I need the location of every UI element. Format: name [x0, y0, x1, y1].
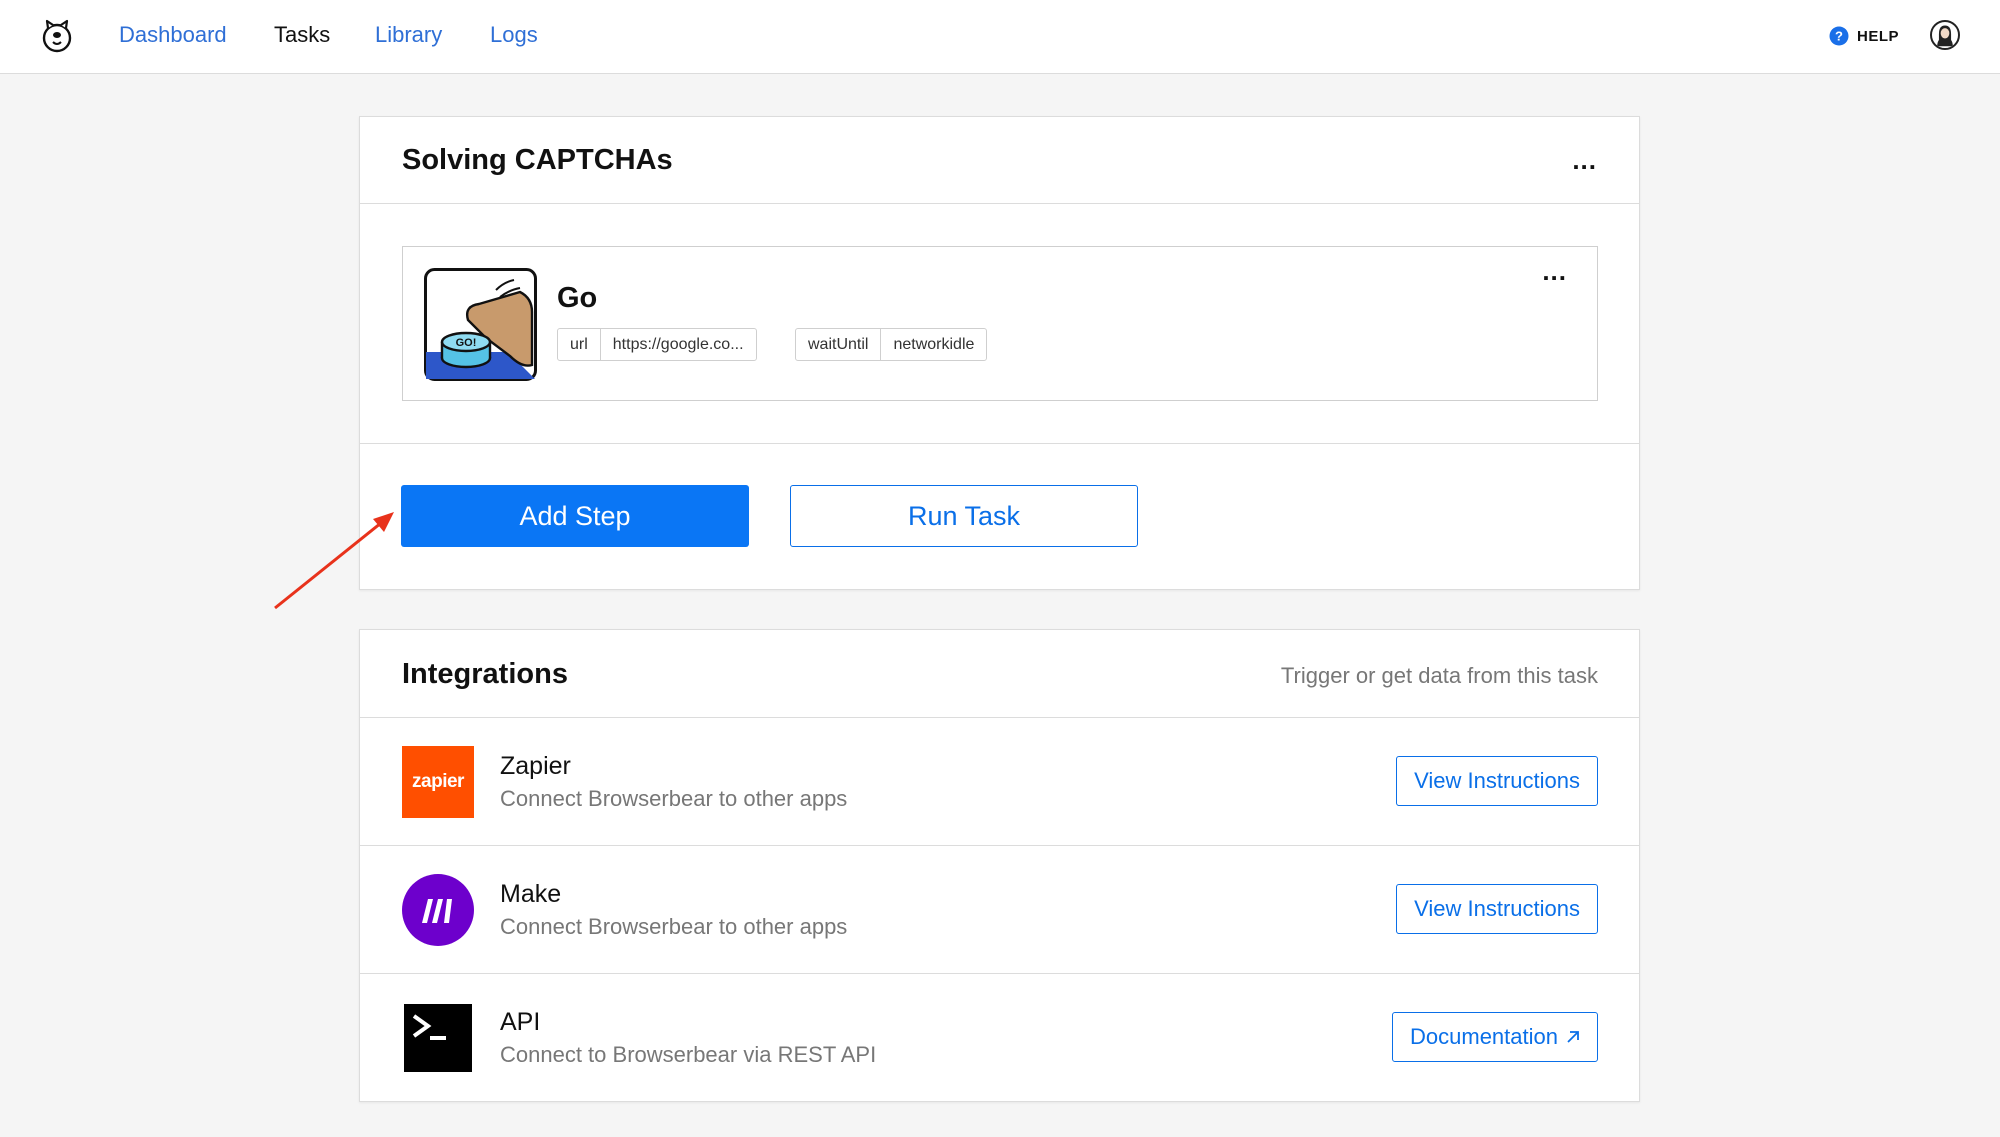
- task-title: Solving CAPTCHAs: [402, 144, 673, 176]
- zapier-logo-icon: zapier: [402, 746, 474, 818]
- integration-row-make: Make Connect Browserbear to other apps V…: [360, 846, 1639, 973]
- terminal-icon: [404, 1004, 472, 1072]
- external-link-icon: [1567, 1031, 1579, 1043]
- question-circle-icon: ?: [1829, 26, 1849, 46]
- step-menu-button[interactable]: ...: [1542, 258, 1567, 284]
- make-view-instructions-button[interactable]: View Instructions: [1396, 884, 1598, 934]
- param-value: https://google.co...: [599, 329, 756, 360]
- help-label: HELP: [1857, 27, 1900, 45]
- integration-row-api: API Connect to Browserbear via REST API …: [360, 974, 1639, 1101]
- task-header-divider: [360, 203, 1639, 204]
- button-label: Documentation: [1410, 1024, 1558, 1049]
- integrations-title: Integrations: [402, 658, 568, 690]
- svg-text:?: ?: [1835, 29, 1843, 44]
- annotation-arrow: [274, 512, 394, 610]
- user-avatar[interactable]: [1930, 20, 1960, 50]
- step-card[interactable]: GO! Go ... url https://google.co... wait…: [402, 246, 1598, 401]
- top-navigation-bar: Dashboard Tasks Library Logs ? HELP: [0, 0, 2000, 74]
- integrations-subtitle: Trigger or get data from this task: [1280, 663, 1598, 688]
- svg-text:GO!: GO!: [456, 337, 477, 349]
- integration-name: API: [500, 1008, 541, 1036]
- button-label: View Instructions: [1414, 768, 1580, 793]
- task-menu-button[interactable]: ...: [1572, 147, 1597, 173]
- param-value: networkidle: [880, 329, 986, 360]
- zapier-logo-text: zapier: [412, 771, 464, 792]
- help-link[interactable]: ? HELP: [1829, 25, 1899, 47]
- integrations-card: Integrations Trigger or get data from th…: [359, 629, 1640, 1102]
- integration-description: Connect Browserbear to other apps: [500, 914, 848, 939]
- step-title: Go: [557, 282, 598, 314]
- nav-library[interactable]: Library: [375, 22, 442, 48]
- api-documentation-button[interactable]: Documentation: [1392, 1012, 1598, 1062]
- zapier-view-instructions-button[interactable]: View Instructions: [1396, 756, 1598, 806]
- nav-tasks[interactable]: Tasks: [274, 22, 330, 48]
- param-key: url: [570, 336, 588, 353]
- make-logo-icon: [402, 874, 474, 946]
- steps-divider: [360, 443, 1639, 444]
- integration-name: Zapier: [500, 752, 571, 780]
- integration-row-zapier: zapier Zapier Connect Browserbear to oth…: [360, 718, 1639, 845]
- user-avatar-icon: [1937, 25, 1953, 47]
- bear-logo-icon[interactable]: [40, 16, 74, 56]
- go-button-illustration: GO!: [424, 268, 537, 381]
- nav-logs[interactable]: Logs: [490, 22, 538, 48]
- step-param-url: url https://google.co...: [557, 328, 757, 361]
- button-label: View Instructions: [1414, 896, 1580, 921]
- integration-name: Make: [500, 880, 562, 908]
- step-param-waituntil: waitUntil networkidle: [795, 328, 988, 361]
- add-step-button[interactable]: Add Step: [401, 485, 749, 547]
- param-key: waitUntil: [808, 336, 869, 353]
- run-task-button[interactable]: Run Task: [790, 485, 1138, 547]
- integration-description: Connect to Browserbear via REST API: [500, 1042, 877, 1067]
- integration-description: Connect Browserbear to other apps: [500, 786, 848, 811]
- nav-dashboard[interactable]: Dashboard: [119, 22, 227, 48]
